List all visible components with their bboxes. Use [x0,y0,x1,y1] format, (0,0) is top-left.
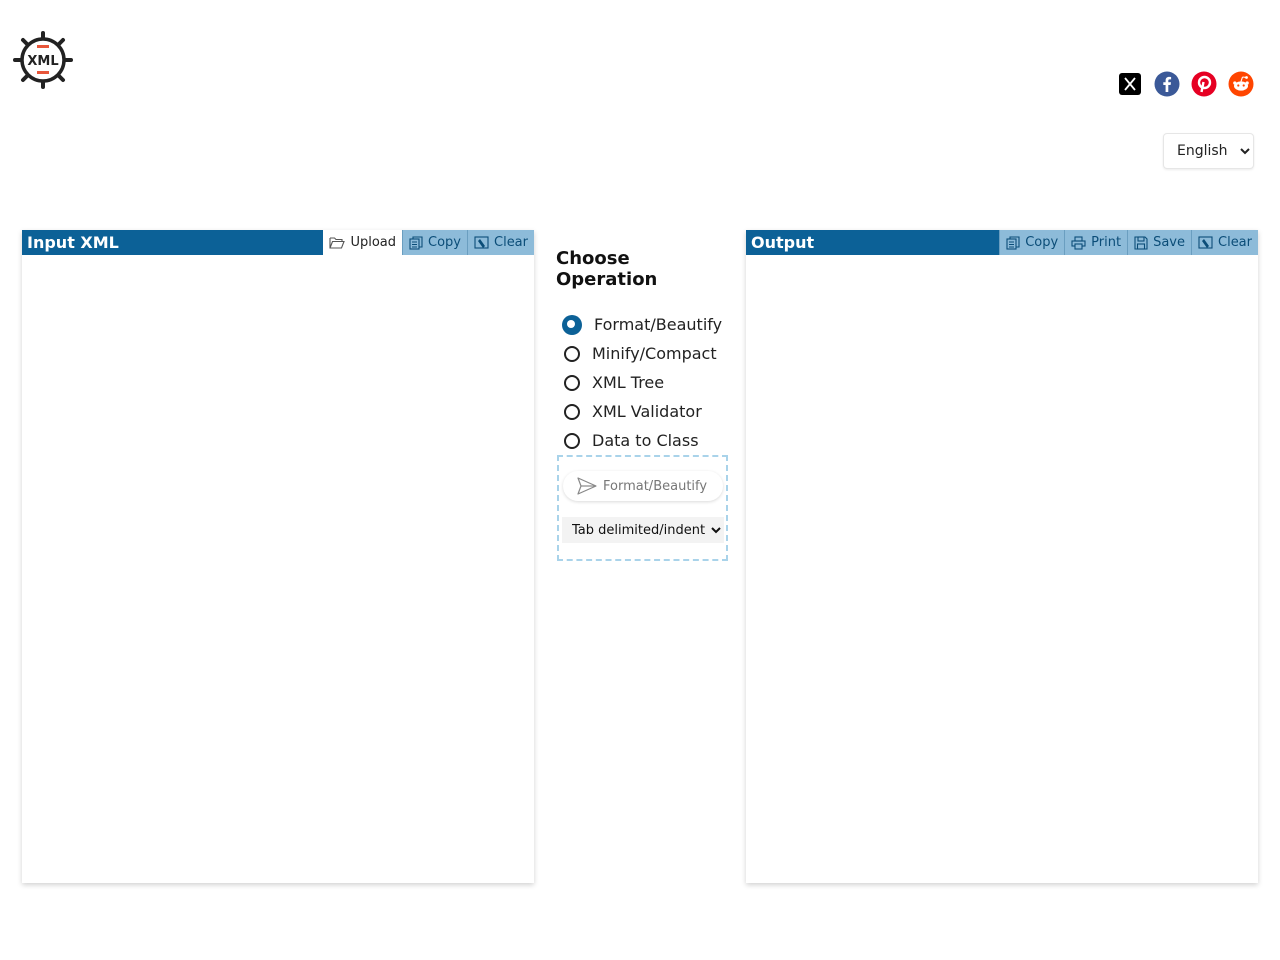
output-panel-header: Output Copy Print Save Clear [746,230,1258,255]
op-xml-tree[interactable]: XML Tree [556,368,731,397]
output-panel: Output Copy Print Save Clear [746,230,1258,883]
copy-icon [409,235,423,250]
radio-icon[interactable] [564,432,580,449]
input-panel: Input XML Upload Copy Clear [22,230,534,883]
indent-select[interactable]: Tab delimited/indent [562,517,724,543]
output-panel-title: Output [751,233,815,252]
operation-chooser: Choose Operation Format/Beautify Minify/… [556,248,731,455]
facebook-icon[interactable] [1154,71,1180,97]
op-label: Minify/Compact [592,344,717,363]
print-label: Print [1091,235,1122,250]
social-share-bar [1117,71,1265,97]
output-clear-label: Clear [1218,235,1252,250]
op-label: Data to Class [592,431,699,450]
output-xml-view[interactable] [746,255,1258,883]
upload-button[interactable]: Upload [323,230,403,255]
input-clear-button[interactable]: Clear [467,230,534,255]
pinterest-icon[interactable] [1191,71,1217,97]
eraser-icon [1198,235,1213,249]
op-label: XML Validator [592,402,702,421]
printer-icon [1071,235,1086,250]
op-xml-validator[interactable]: XML Validator [556,397,731,426]
copy-icon [1006,235,1020,250]
folder-open-icon [329,237,346,249]
input-panel-title: Input XML [27,233,119,252]
save-icon [1134,235,1148,250]
save-button[interactable]: Save [1127,230,1191,255]
radio-icon[interactable] [564,403,580,420]
radio-checked-icon[interactable] [562,314,582,335]
radio-icon[interactable] [564,345,580,362]
site-logo[interactable]: XML [13,31,73,89]
input-copy-label: Copy [428,235,461,250]
op-label: Format/Beautify [594,315,723,334]
output-clear-button[interactable]: Clear [1191,230,1258,255]
input-xml-editor[interactable] [22,255,534,883]
operation-heading: Choose Operation [556,248,658,290]
radio-icon[interactable] [564,374,580,391]
x-twitter-icon[interactable] [1117,71,1143,97]
eraser-icon [474,235,489,249]
op-data-to-class[interactable]: Data to Class [556,426,731,455]
logo-text: XML [27,54,58,69]
op-format-beautify[interactable]: Format/Beautify [556,310,731,339]
language-select[interactable]: English [1163,133,1254,169]
upload-label: Upload [350,235,397,250]
input-clear-label: Clear [494,235,528,250]
print-button[interactable]: Print [1064,230,1128,255]
output-copy-button[interactable]: Copy [999,230,1065,255]
action-box: Format/Beautify Tab delimited/indent [557,455,728,561]
op-label: XML Tree [592,373,665,392]
save-label: Save [1153,235,1185,250]
send-icon [577,477,597,495]
run-operation-label: Format/Beautify [603,478,708,494]
reddit-icon[interactable] [1228,71,1254,97]
op-minify-compact[interactable]: Minify/Compact [556,339,731,368]
input-panel-header: Input XML Upload Copy Clear [22,230,534,255]
output-copy-label: Copy [1025,235,1059,250]
input-copy-button[interactable]: Copy [402,230,467,255]
run-operation-button[interactable]: Format/Beautify [563,471,723,501]
